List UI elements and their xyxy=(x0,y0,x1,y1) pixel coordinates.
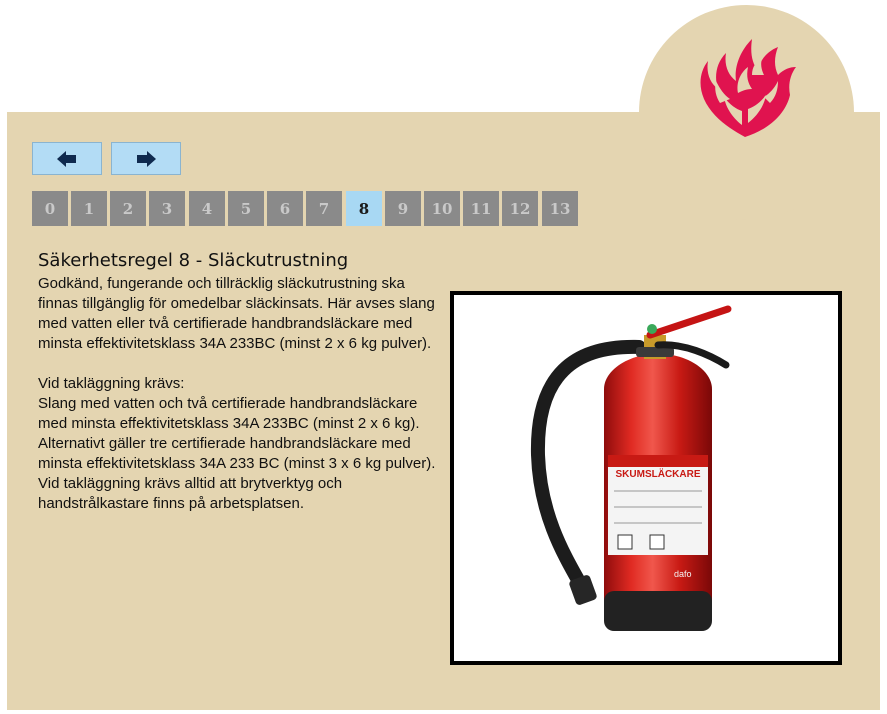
brand-text: dafo xyxy=(674,569,692,579)
page-tab-12[interactable]: 12 xyxy=(502,191,538,226)
next-button[interactable] xyxy=(111,142,181,175)
page-tab-9[interactable]: 9 xyxy=(385,191,421,226)
arrow-left-icon xyxy=(57,150,76,167)
page-tab-3[interactable]: 3 xyxy=(149,191,185,226)
fire-extinguisher-illustration: SKUMSLÄCKARE dafo xyxy=(530,305,732,631)
paragraph-intro: Godkänd, fungerande och tillräcklig släc… xyxy=(38,275,435,352)
arrow-right-icon xyxy=(137,150,156,167)
page-tab-6[interactable]: 6 xyxy=(267,191,303,226)
page-tab-0[interactable]: 0 xyxy=(32,191,68,226)
page-tab-8[interactable]: 8 xyxy=(346,191,382,226)
paragraph-alternative: Alternativt gäller tre certifierade hand… xyxy=(38,435,436,512)
phoenix-logo-icon xyxy=(700,39,796,137)
rule-description: Godkänd, fungerande och tillräcklig släc… xyxy=(38,274,438,514)
page-tab-10[interactable]: 10 xyxy=(424,191,460,226)
page-title: Säkerhetsregel 8 - Släckutrustning xyxy=(38,250,349,271)
page-tab-2[interactable]: 2 xyxy=(110,191,146,226)
page-tab-13[interactable]: 13 xyxy=(542,191,578,226)
page-tab-1[interactable]: 1 xyxy=(71,191,107,226)
extinguisher-label-text: SKUMSLÄCKARE xyxy=(616,467,701,480)
paragraph-roofing-requirement: Slang med vatten och två certifierade ha… xyxy=(38,395,420,432)
fire-extinguisher-photo: SKUMSLÄCKARE dafo xyxy=(450,291,842,665)
page-tab-7[interactable]: 7 xyxy=(306,191,342,226)
paragraph-roofing-heading: Vid takläggning krävs: xyxy=(38,375,185,392)
page-tab-4[interactable]: 4 xyxy=(189,191,225,226)
page-tab-5[interactable]: 5 xyxy=(228,191,264,226)
page-tab-11[interactable]: 11 xyxy=(463,191,499,226)
previous-button[interactable] xyxy=(32,142,102,175)
